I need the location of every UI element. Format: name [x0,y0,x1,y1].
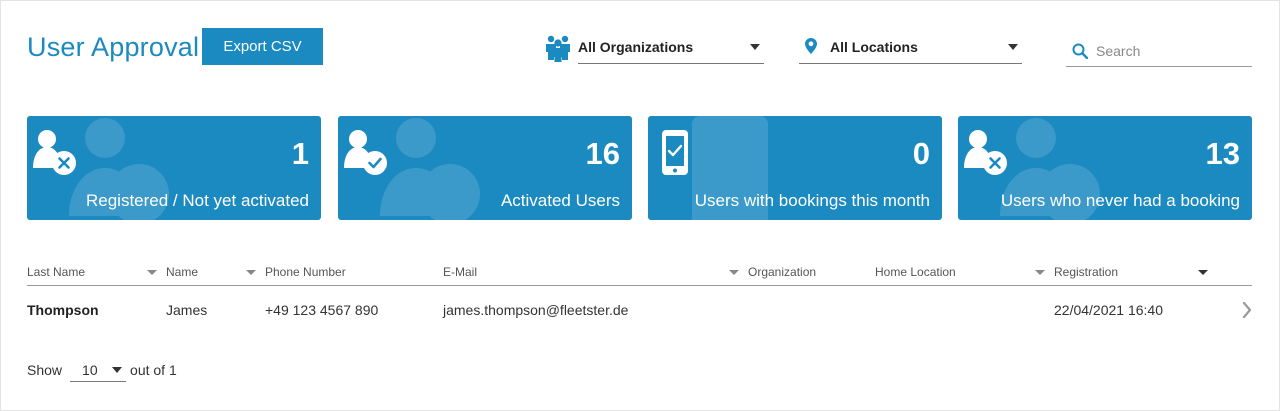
stat-value: 13 [1205,136,1240,171]
sort-down-icon[interactable] [729,270,739,275]
search-input[interactable] [1096,43,1246,59]
location-select[interactable]: All Locations [799,30,1022,64]
cell-last-name: Thompson [27,302,99,318]
user-x-icon [33,130,76,175]
user-x-icon [964,130,1007,175]
page-size-value: 10 [82,361,98,378]
phone-check-icon [662,130,688,175]
stat-card-never-booked[interactable]: 13 Users who never had a booking [958,116,1252,220]
cell-email: james.thompson@fleetster.de [443,302,629,318]
cell-phone: +49 123 4567 890 [265,302,379,318]
stat-label: Users with bookings this month [694,191,930,210]
out-of-label: out of 1 [130,362,177,378]
column-header-last-name[interactable]: Last Name [27,265,85,279]
cell-name: James [166,302,208,318]
stat-card-registered[interactable]: 1 Registered / Not yet activated [27,116,321,220]
organization-select-value: All Organizations [578,38,694,55]
stat-label: Users who never had a booking [1000,191,1240,210]
column-header-registration[interactable]: Registration [1054,265,1118,279]
user-check-icon [344,130,387,175]
sort-down-icon[interactable] [246,270,256,275]
stat-value: 1 [291,136,309,171]
sort-down-icon[interactable] [1198,270,1208,275]
stat-card-activated[interactable]: 16 Activated Users [338,116,632,220]
show-label: Show [27,362,63,378]
table-row[interactable]: Thompson James +49 123 4567 890 james.th… [27,286,1252,332]
stat-value: 0 [912,136,930,171]
sort-down-icon[interactable] [1035,270,1045,275]
column-header-phone[interactable]: Phone Number [265,265,346,279]
page-title: User Approval [27,32,200,62]
chevron-down-icon [1008,43,1018,50]
table-header: Last Name Name Phone Number E-Mail Organ… [27,262,1252,286]
stat-label: Activated Users [500,191,620,210]
column-header-home-location[interactable]: Home Location [875,265,956,279]
chevron-down-icon [112,366,123,373]
stat-value: 16 [585,136,620,171]
users-group-icon [545,34,571,67]
stat-label: Registered / Not yet activated [85,191,309,210]
column-header-email[interactable]: E-Mail [443,265,477,279]
column-header-organization[interactable]: Organization [748,265,816,279]
organization-select[interactable]: All Organizations [578,30,764,64]
export-csv-button[interactable]: Export CSV [202,28,323,65]
search-field[interactable] [1066,36,1252,67]
sort-down-icon[interactable] [147,270,157,275]
column-header-name[interactable]: Name [166,265,198,279]
pagination: Show 10 out of 1 [27,358,177,382]
page-size-select[interactable]: 10 [70,358,127,382]
location-select-value: All Locations [830,38,918,55]
search-icon [1072,43,1088,59]
chevron-right-icon[interactable] [1242,301,1252,323]
chevron-down-icon [750,43,760,50]
stat-card-bookings-month[interactable]: 0 Users with bookings this month [648,116,942,220]
cell-registration: 22/04/2021 16:40 [1054,302,1163,318]
